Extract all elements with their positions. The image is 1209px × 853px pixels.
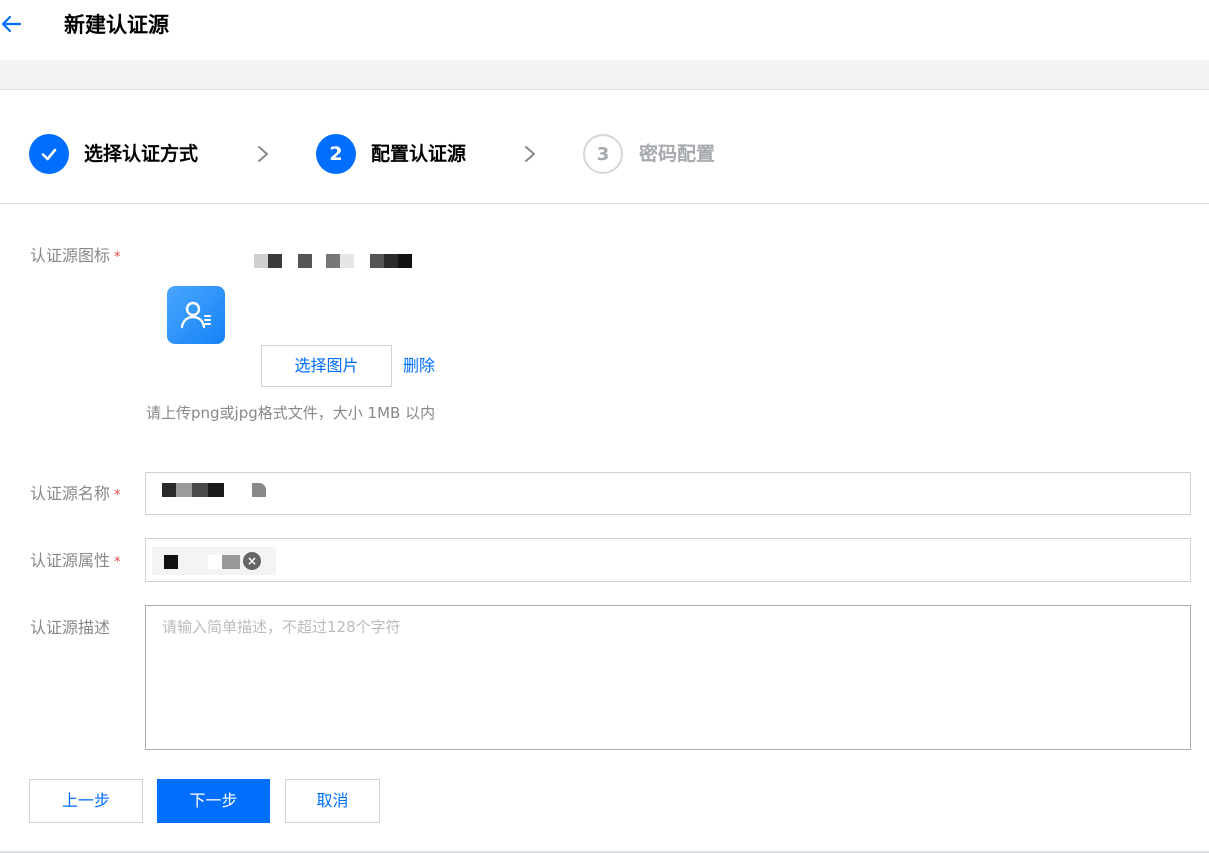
delete-image-link[interactable]: 删除 bbox=[403, 355, 435, 377]
description-field-label: 认证源描述 bbox=[30, 617, 110, 639]
required-mark: * bbox=[114, 250, 121, 265]
chevron-right-icon bbox=[523, 141, 537, 174]
page-header: 新建认证源 bbox=[0, 0, 1209, 60]
stepper: 选择认证方式 2 配置认证源 3 密码配置 bbox=[0, 90, 1209, 204]
arrow-left-icon[interactable] bbox=[0, 11, 22, 37]
step-2-number: 2 bbox=[316, 134, 356, 174]
name-field-label: 认证源名称 * bbox=[30, 483, 121, 507]
close-circle-icon[interactable]: × bbox=[243, 552, 261, 570]
chevron-right-icon bbox=[256, 141, 270, 174]
redacted-text bbox=[162, 483, 266, 497]
required-mark: * bbox=[114, 488, 121, 503]
step-3-label: 密码配置 bbox=[639, 143, 716, 165]
user-list-icon bbox=[167, 286, 225, 344]
attribute-select[interactable] bbox=[145, 538, 1191, 582]
redacted-text bbox=[254, 254, 412, 268]
step-3-number: 3 bbox=[583, 134, 623, 174]
attribute-field-label-text: 认证源属性 bbox=[30, 551, 111, 570]
step-2-label: 配置认证源 bbox=[371, 143, 467, 165]
choose-image-button[interactable]: 选择图片 bbox=[261, 345, 392, 387]
upload-hint: 请上传png或jpg格式文件，大小 1MB 以内 bbox=[146, 404, 436, 422]
description-textarea[interactable] bbox=[145, 605, 1191, 750]
page-title: 新建认证源 bbox=[64, 13, 169, 37]
step-1-done-indicator bbox=[29, 134, 69, 174]
required-mark: * bbox=[114, 555, 121, 570]
cancel-button[interactable]: 取消 bbox=[285, 779, 380, 823]
name-input[interactable] bbox=[145, 472, 1191, 515]
icon-field-label-text: 认证源图标 bbox=[30, 246, 111, 265]
name-field-label-text: 认证源名称 bbox=[30, 484, 111, 503]
previous-step-button[interactable]: 上一步 bbox=[29, 779, 143, 823]
icon-field-label: 认证源图标 * bbox=[30, 245, 121, 269]
next-step-button[interactable]: 下一步 bbox=[157, 779, 270, 823]
step-1-label: 选择认证方式 bbox=[84, 143, 199, 165]
header-divider-band bbox=[0, 60, 1209, 90]
description-field-label-text: 认证源描述 bbox=[30, 618, 111, 637]
attribute-field-label: 认证源属性 * bbox=[30, 550, 121, 574]
check-icon bbox=[41, 148, 57, 161]
redacted-text bbox=[164, 555, 240, 569]
